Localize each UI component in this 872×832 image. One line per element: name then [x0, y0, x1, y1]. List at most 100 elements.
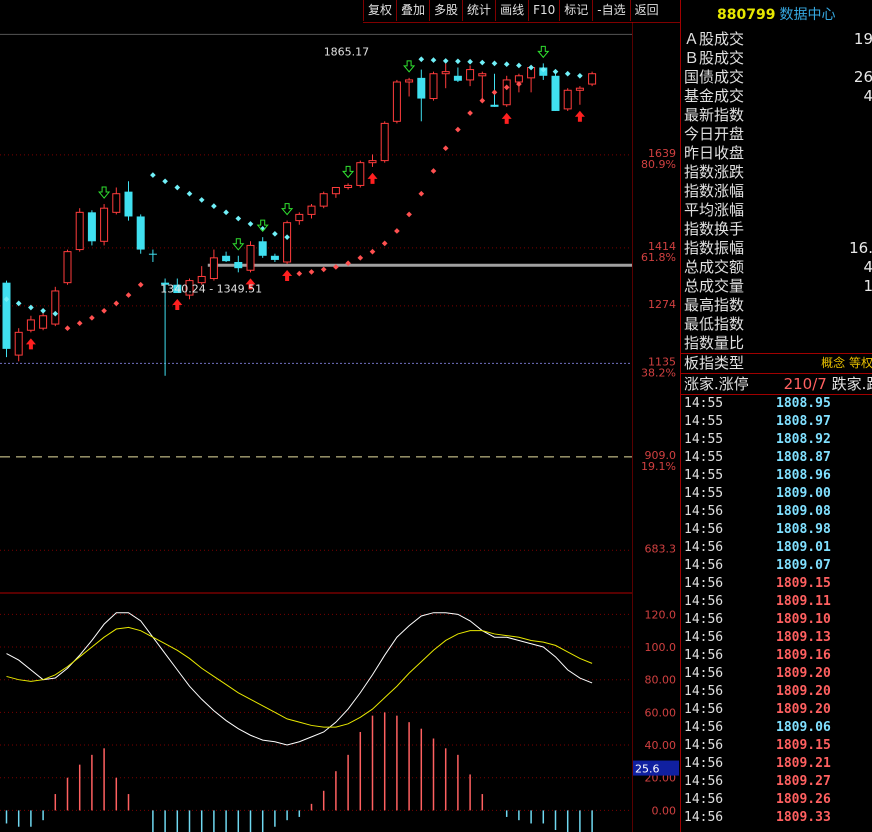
stat-row: 指数量比	[681, 334, 872, 353]
candle-body	[563, 89, 572, 110]
toolbar-button-5[interactable]: F10	[528, 0, 559, 21]
price-pct-label: 38.2%	[641, 366, 676, 379]
tick-time: 14:56	[684, 540, 724, 555]
stat-row: 今日开盘	[681, 125, 872, 144]
tick-row: 14:56 1808.98	[681, 521, 872, 539]
stat-label: 指数涨跌	[684, 163, 745, 181]
tick-row: 14:56 1809.21	[681, 755, 872, 773]
candle-body	[588, 73, 597, 85]
tick-row: 14:56 1809.20	[681, 665, 872, 683]
tick-price: 1809.20	[776, 702, 831, 717]
tick-time: 14:56	[684, 612, 724, 627]
price-pct-label: 61.8%	[641, 251, 676, 264]
tick-list[interactable]: 14:55 1808.95 14:55 1808.97 14:55 1808.92 14:5…	[681, 395, 872, 827]
chart-toolbar: 复权 叠加 多股 统计 画线 F10 标记 -自选 返回	[363, 0, 680, 23]
stat-row: Ｂ股成交	[681, 49, 872, 68]
tick-price: 1809.07	[776, 558, 831, 573]
stat-label: 最新指数	[684, 106, 745, 124]
toolbar-button-7[interactable]: -自选	[592, 0, 629, 21]
stat-row: 昨日收盘	[681, 144, 872, 163]
tick-time: 14:56	[684, 522, 724, 537]
candle-body	[478, 73, 487, 77]
tick-time: 14:56	[684, 720, 724, 735]
candle-body	[51, 290, 60, 325]
tick-price: 1809.33	[776, 810, 831, 825]
tick-time: 14:55	[684, 486, 724, 501]
stat-label: 最低指数	[684, 315, 745, 333]
tick-price: 1809.16	[776, 648, 831, 663]
tick-row: 14:56 1809.15	[681, 575, 872, 593]
tick-time: 14:56	[684, 558, 724, 573]
toolbar-button-3[interactable]: 统计	[462, 0, 495, 21]
candle-body	[417, 77, 426, 99]
candle-body	[270, 255, 279, 260]
tick-price: 1809.21	[776, 756, 831, 771]
candle-body	[295, 213, 304, 222]
candle-body	[392, 81, 401, 122]
tick-row: 14:56 1809.13	[681, 629, 872, 647]
candle-body	[319, 193, 328, 207]
tick-price: 1809.15	[776, 576, 831, 591]
candle-body	[368, 160, 377, 164]
stat-label: 昨日收盘	[684, 144, 745, 162]
stat-label: 国债成交	[684, 68, 745, 86]
tick-row: 14:55 1808.96	[681, 467, 872, 485]
kline-chart[interactable]: 1340.24 - 1349.51 1865.17	[0, 0, 632, 832]
candle-body	[356, 162, 365, 186]
tick-row: 14:55 1808.87	[681, 449, 872, 467]
candle-body	[490, 104, 499, 107]
candle-body	[2, 282, 11, 349]
tick-row: 14:56 1809.08	[681, 503, 872, 521]
candle-body	[39, 315, 48, 329]
candle-body	[344, 184, 353, 189]
stat-row: 平均涨幅	[681, 201, 872, 220]
tick-price: 1808.92	[776, 432, 831, 447]
toolbar-button-8[interactable]: 返回	[629, 0, 663, 21]
candle-body	[405, 79, 414, 83]
tick-row: 14:56 1809.20	[681, 683, 872, 701]
stats-list: Ａ股成交 19 Ｂ股成交 国债成交 26 基金成交 4 最新指数 今日开盘 昨日收盘 指数涨跌 指数涨…	[681, 30, 872, 353]
tick-price: 1808.87	[776, 450, 831, 465]
candle-body	[575, 87, 584, 91]
tick-time: 14:56	[684, 738, 724, 753]
candle-body	[222, 255, 231, 262]
stat-row: 指数换手	[681, 220, 872, 239]
candle-body	[502, 79, 511, 106]
candle-body	[112, 193, 121, 213]
tick-time: 14:56	[684, 810, 724, 825]
tick-row: 14:56 1809.27	[681, 773, 872, 791]
tick-row: 14:56 1809.33	[681, 809, 872, 827]
toolbar-button-2[interactable]: 多股	[429, 0, 462, 21]
stat-label: 指数换手	[684, 220, 745, 238]
stat-row: 国债成交 26	[681, 68, 872, 87]
price-annotation: 1340.24 - 1349.51	[160, 283, 262, 296]
tick-price: 1809.11	[776, 594, 831, 609]
stat-row: 指数涨跌	[681, 163, 872, 182]
toolbar-button-1[interactable]: 叠加	[396, 0, 429, 21]
stat-value: 26	[853, 68, 872, 86]
toolbar-button-6[interactable]: 标记	[559, 0, 592, 21]
indicator-tick-label: 60.00	[645, 706, 677, 719]
candle-body	[209, 257, 218, 280]
price-tick-label: 683.3	[645, 542, 677, 555]
candle-body	[380, 122, 389, 162]
tick-row: 14:56 1809.15	[681, 737, 872, 755]
tick-row: 14:56 1809.10	[681, 611, 872, 629]
index-code: 880799	[717, 7, 776, 23]
limit-up-label: 涨家.涨停	[684, 375, 749, 393]
toolbar-button-0[interactable]: 复权	[363, 0, 396, 21]
tick-time: 14:55	[684, 396, 724, 411]
candle-body	[14, 331, 23, 356]
limit-down-label: 跌家.跌停	[831, 375, 872, 393]
tick-price: 1809.10	[776, 612, 831, 627]
stat-label: 总成交额	[684, 258, 745, 276]
tick-price: 1809.01	[776, 540, 831, 555]
tick-row: 14:56 1809.11	[681, 593, 872, 611]
stat-row: Ａ股成交 19	[681, 30, 872, 49]
stat-row: 总成交额 4	[681, 258, 872, 277]
stat-value: 16.	[849, 239, 872, 257]
tick-price: 1809.08	[776, 504, 831, 519]
toolbar-button-4[interactable]: 画线	[495, 0, 528, 21]
candle-body	[234, 261, 243, 269]
panel-title[interactable]: 数据中心	[779, 7, 835, 23]
